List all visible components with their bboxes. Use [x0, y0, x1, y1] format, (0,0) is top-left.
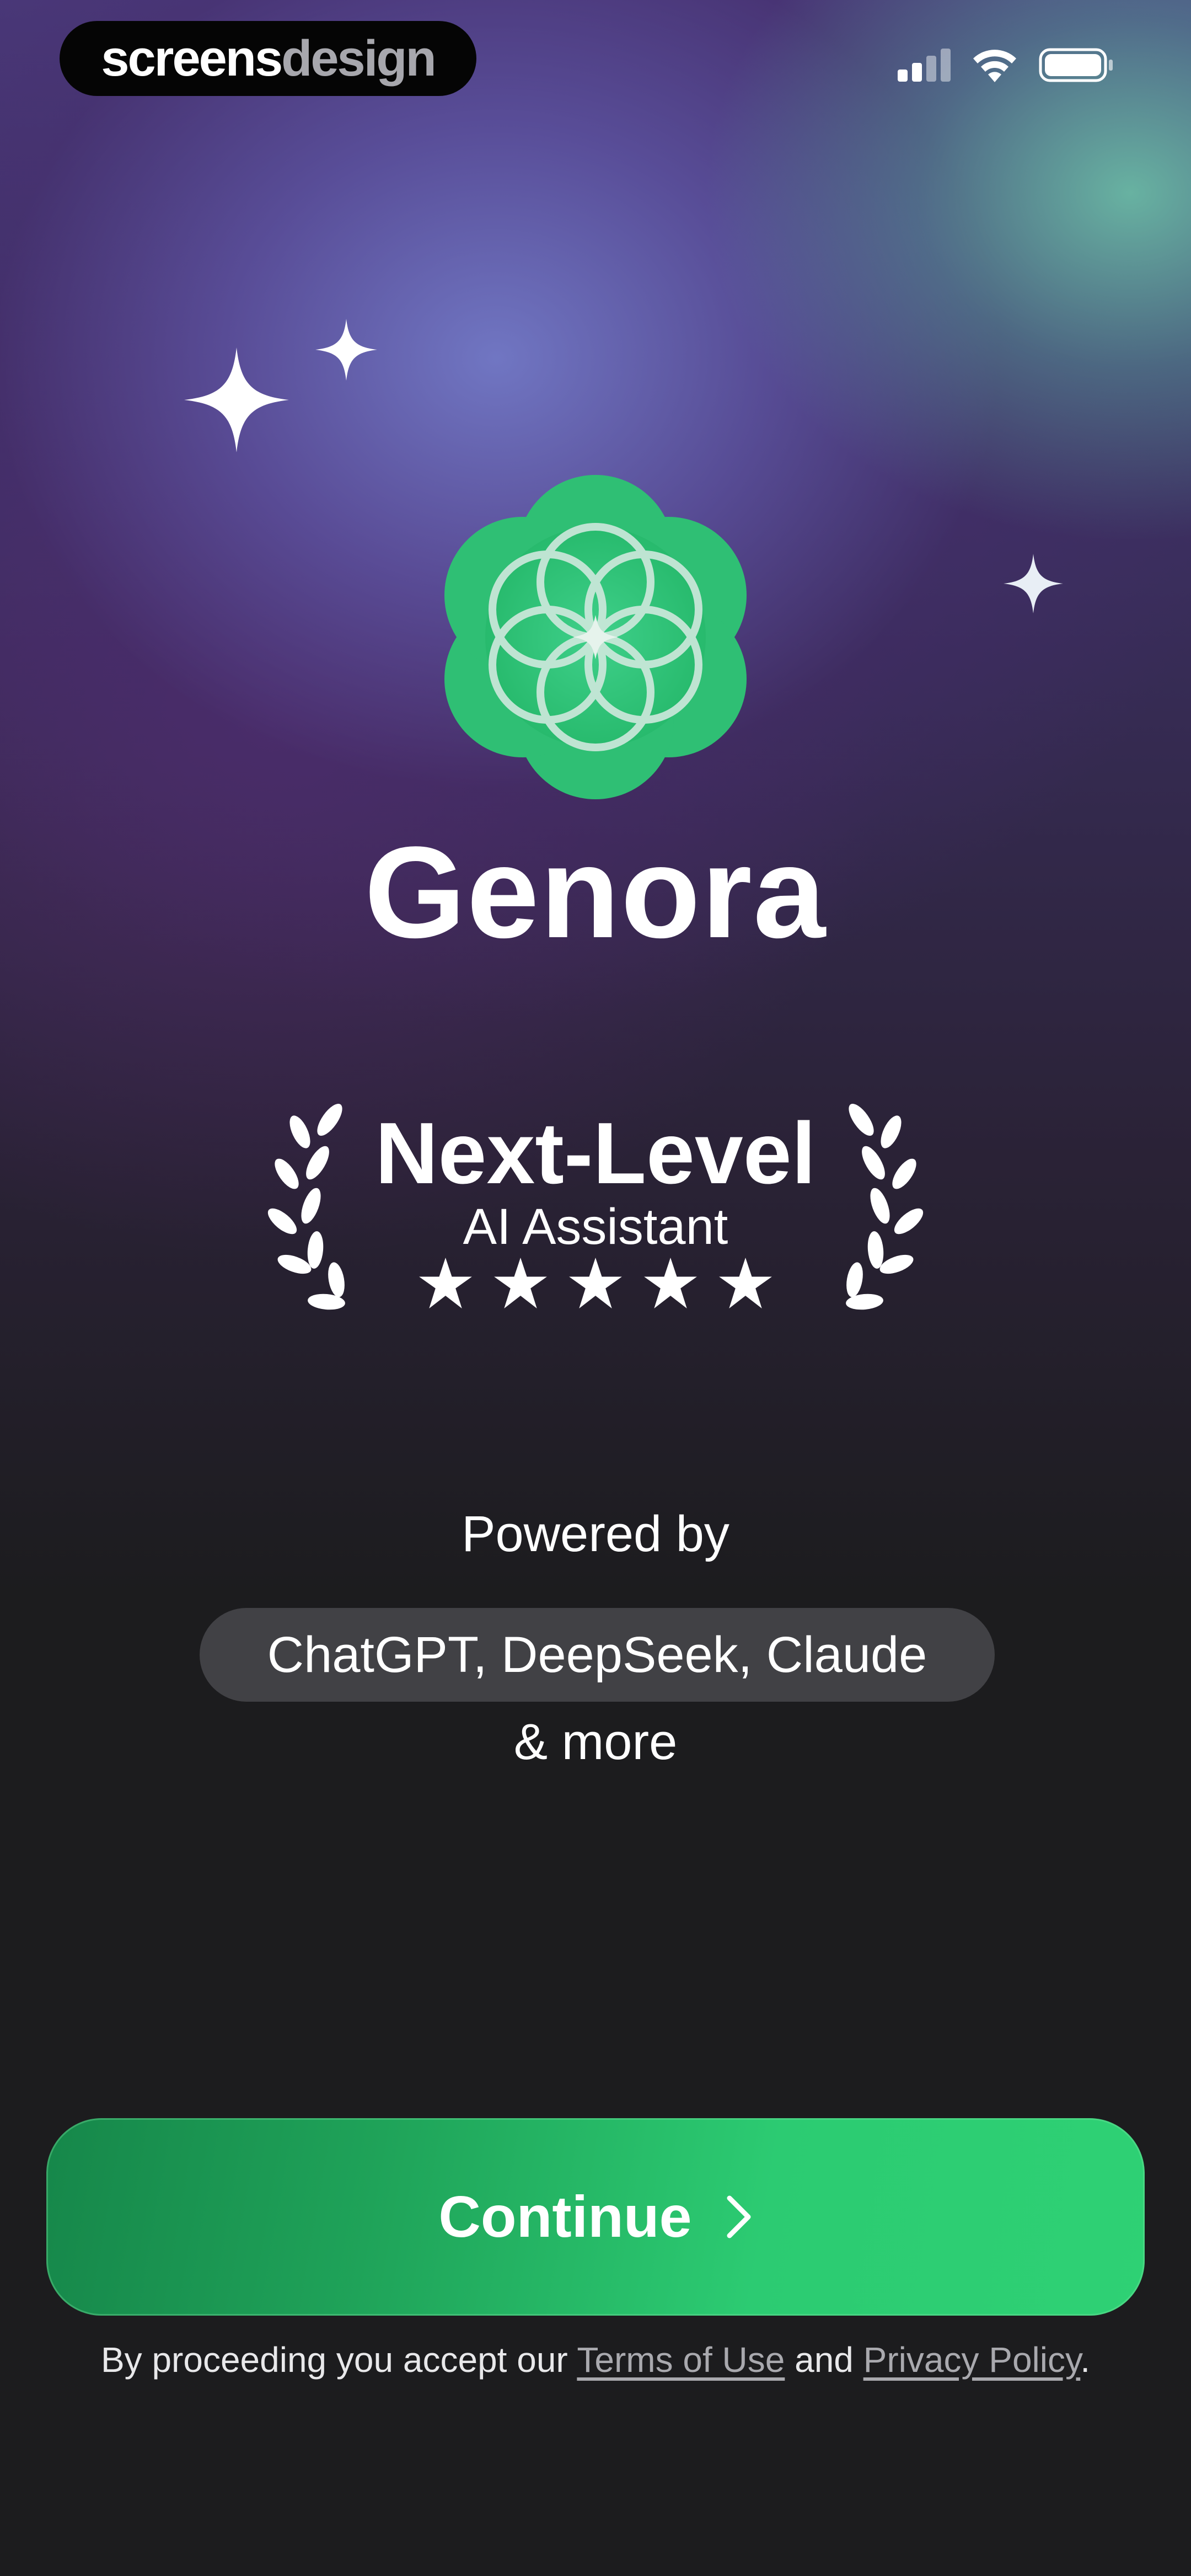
powered-by-label: Powered by — [462, 1506, 729, 1562]
legal-text: By proceeding you accept our Terms of Us… — [0, 2339, 1191, 2381]
more-label: & more — [513, 1714, 678, 1770]
chevron-right-icon — [727, 2195, 751, 2238]
sparkle-small-icon — [315, 319, 377, 381]
battery-icon — [1039, 48, 1113, 82]
brand-part-screens: screens — [101, 30, 283, 87]
star-icon — [644, 1258, 697, 1308]
legal-prefix: By proceeding you accept our — [100, 2340, 577, 2380]
privacy-policy-link[interactable]: Privacy Policy — [863, 2340, 1081, 2380]
signal-icon — [898, 49, 951, 82]
app-title: Genora — [364, 820, 827, 965]
status-icons — [898, 43, 1114, 87]
brand-part-design: design — [281, 30, 436, 87]
wifi-icon — [973, 50, 1016, 82]
star-icon — [569, 1258, 622, 1308]
continue-button[interactable]: Continue — [46, 2118, 1145, 2316]
app-logo-icon — [444, 475, 747, 799]
star-icon — [719, 1258, 772, 1308]
brand-badge: screens design — [60, 21, 476, 96]
legal-suffix: . — [1080, 2340, 1091, 2380]
terms-of-use-link[interactable]: Terms of Use — [577, 2340, 785, 2380]
legal-middle: and — [785, 2340, 863, 2380]
award-badge: Next-Level AI Assistant — [265, 1098, 926, 1329]
models-pill: ChatGPT, DeepSeek, Claude — [200, 1608, 995, 1702]
onboarding-screen: screens design Genora Next-Level AI Assi… — [0, 0, 1191, 2576]
star-icon — [419, 1258, 472, 1308]
laurel-right-icon — [846, 1104, 924, 1310]
sparkle-right-icon — [1004, 554, 1063, 613]
star-icon — [494, 1258, 547, 1308]
sparkle-large-icon — [184, 348, 289, 452]
continue-label: Continue — [438, 2184, 692, 2249]
